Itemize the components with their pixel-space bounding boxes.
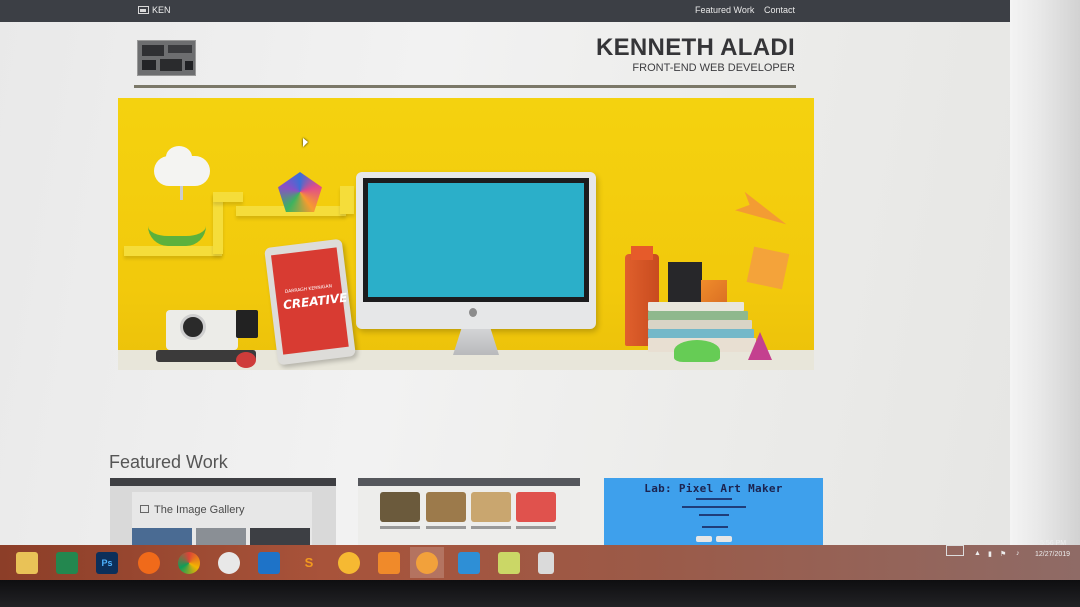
chevron-up-icon[interactable]: ▲ xyxy=(974,550,981,557)
nav-link-featured-work[interactable]: Featured Work xyxy=(695,5,754,15)
banana-decoration xyxy=(148,226,206,246)
media-player-icon[interactable] xyxy=(378,552,400,574)
cloud-decoration xyxy=(154,146,210,186)
tablet-illustration: DARRAGH KERNIGAN CREATIVE xyxy=(264,238,356,366)
keyboard-icon[interactable] xyxy=(946,545,964,556)
top-navbar: KEN Featured Work Contact xyxy=(0,0,1010,22)
card-title: The Image Gallery xyxy=(154,504,245,516)
mouse-cursor-icon xyxy=(303,138,308,147)
notepad-icon[interactable] xyxy=(538,552,554,574)
browser-viewport: KEN Featured Work Contact KENNETH ALADI … xyxy=(0,0,1010,545)
files-icon[interactable] xyxy=(498,552,520,574)
sublime-icon[interactable]: S xyxy=(298,552,320,574)
hero-image: DARRAGH KERNIGAN CREATIVE xyxy=(118,98,814,370)
brand-link[interactable]: KEN xyxy=(138,5,171,15)
sticky-note-decoration xyxy=(746,246,790,290)
camera-illustration xyxy=(156,308,258,368)
monitor-bezel xyxy=(1010,0,1080,545)
coreldraw-icon[interactable] xyxy=(416,552,438,574)
brand-label: KEN xyxy=(152,5,171,15)
page-title: KENNETH ALADI xyxy=(595,34,795,61)
network-icon[interactable]: ▮ xyxy=(988,550,992,558)
excel-icon[interactable] xyxy=(56,552,78,574)
clock-time[interactable]: 5:56 PM xyxy=(1040,540,1066,547)
image-icon xyxy=(138,6,149,14)
photoshop-icon[interactable]: Ps xyxy=(96,552,118,574)
tablet-headline: CREATIVE xyxy=(282,290,349,313)
volume-icon[interactable]: ♪ xyxy=(1016,550,1020,557)
flag-icon[interactable]: ⚑ xyxy=(1000,550,1006,558)
imac-stand xyxy=(453,329,499,355)
chrome-canary-icon[interactable] xyxy=(338,552,360,574)
featured-work-heading: Featured Work xyxy=(109,452,228,472)
monitor-bezel xyxy=(0,580,1080,607)
shelf xyxy=(213,192,243,202)
vscode-icon[interactable] xyxy=(258,552,280,574)
shelf xyxy=(124,246,222,256)
page-subtitle: FRONT-END WEB DEVELOPER xyxy=(632,62,795,74)
featured-card-pixel-art-maker[interactable]: Lab: Pixel Art Maker xyxy=(604,478,823,545)
featured-card-image-gallery[interactable]: The Image Gallery xyxy=(110,478,336,545)
camera-lens-icon xyxy=(180,314,206,340)
featured-card-food-gallery[interactable] xyxy=(358,478,580,545)
paper-plane-decoration xyxy=(735,187,793,234)
nav-link-contact[interactable]: Contact xyxy=(764,5,795,15)
box-decoration xyxy=(668,262,702,306)
windows-taskbar: Ps S xyxy=(0,545,1080,580)
imac-screen xyxy=(368,183,584,297)
firefox-icon[interactable] xyxy=(138,552,160,574)
file-explorer-icon[interactable] xyxy=(16,552,38,574)
apple-logo-icon xyxy=(469,308,477,317)
clock-date[interactable]: 12/27/2019 xyxy=(1035,551,1070,558)
card-title: Lab: Pixel Art Maker xyxy=(644,482,783,495)
toy-decoration xyxy=(674,340,720,362)
polyhedron-decoration xyxy=(278,172,322,212)
header-divider xyxy=(134,85,796,88)
shelf xyxy=(340,186,354,214)
spotify-icon[interactable] xyxy=(218,552,240,574)
imac-illustration xyxy=(356,172,596,329)
teamviewer-icon[interactable] xyxy=(458,552,480,574)
logo-thumbnail[interactable] xyxy=(137,40,196,76)
image-icon xyxy=(140,505,149,513)
chrome-icon[interactable] xyxy=(178,552,200,574)
